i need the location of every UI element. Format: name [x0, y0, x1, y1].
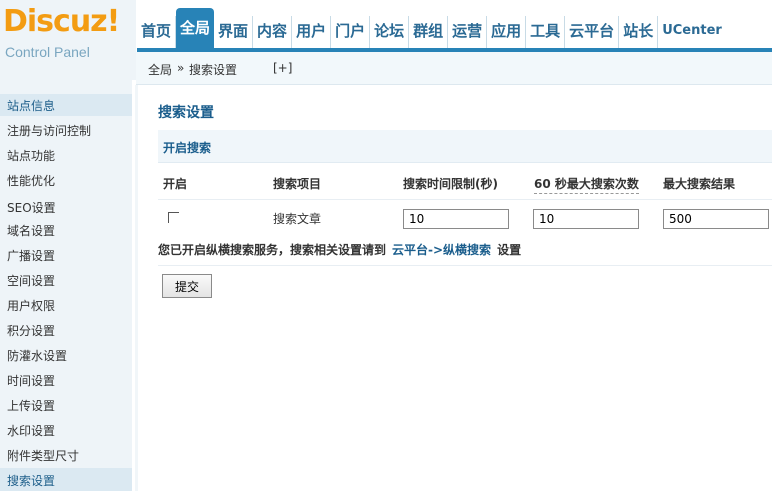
sidebar-item-performance[interactable]: 性能优化 — [7, 172, 55, 189]
sidebar-item-seo[interactable]: SEO设置 — [7, 199, 56, 216]
nav-tools[interactable]: 工具 — [526, 16, 566, 48]
section-title: 开启搜索 — [163, 141, 212, 155]
nav-operation[interactable]: 运营 — [448, 16, 488, 48]
breadcrumb: 全局 » 搜索设置 [+] — [136, 52, 772, 85]
nav-home[interactable]: 首页 — [137, 16, 177, 48]
sidebar-divider — [135, 85, 138, 491]
sidebar-item-features[interactable]: 站点功能 — [7, 147, 55, 164]
logo-text: Discuz! — [3, 4, 120, 39]
sidebar-item-time[interactable]: 时间设置 — [7, 372, 55, 389]
notice-suffix: 设置 — [497, 243, 522, 257]
nav-style[interactable]: 界面 — [214, 16, 254, 48]
max-count-input[interactable] — [533, 209, 639, 229]
sidebar-item-search[interactable]: 搜索设置 — [7, 472, 55, 489]
top-nav: 首页 全局 界面 内容 用户 门户 论坛 群组 运营 应用 工具 云平台 站长 … — [137, 8, 726, 48]
notice-message: 您已开启纵横搜索服务，搜索相关设置请到 — [158, 243, 387, 257]
sidebar-item-credits[interactable]: 积分设置 — [7, 322, 55, 339]
header-max-results: 最大搜索结果 — [663, 177, 736, 191]
nav-ucenter[interactable]: UCenter — [658, 16, 726, 48]
header-time-limit: 搜索时间限制(秒) — [403, 177, 498, 191]
notice-text: 您已开启纵横搜索服务，搜索相关设置请到 云平台->纵横搜索 设置 — [158, 241, 521, 258]
breadcrumb-root[interactable]: 全局 — [148, 61, 172, 78]
notice-divider — [158, 265, 772, 266]
nav-cloud[interactable]: 云平台 — [565, 16, 620, 48]
sidebar-item-antiflood[interactable]: 防灌水设置 — [7, 347, 67, 364]
sidebar-item-register[interactable]: 注册与访问控制 — [7, 122, 91, 139]
sidebar-item-permissions[interactable]: 用户权限 — [7, 297, 55, 314]
nav-webmaster[interactable]: 站长 — [619, 16, 659, 48]
nav-global[interactable]: 全局 — [176, 8, 215, 48]
sidebar: 站点信息 注册与访问控制 站点功能 性能优化 SEO设置 域名设置 广播设置 空… — [0, 80, 132, 491]
sidebar-item-site-info[interactable]: 站点信息 — [7, 97, 55, 114]
sidebar-item-upload[interactable]: 上传设置 — [7, 397, 55, 414]
breadcrumb-separator: » — [177, 61, 185, 75]
page-title: 搜索设置 — [158, 105, 214, 121]
max-results-input[interactable] — [663, 209, 769, 229]
sidebar-item-attachment[interactable]: 附件类型尺寸 — [7, 447, 79, 464]
breadcrumb-current: 搜索设置 — [189, 63, 238, 77]
logo[interactable]: Discuz! Control Panel — [0, 0, 136, 80]
submit-button[interactable]: 提交 — [162, 274, 212, 298]
sidebar-item-broadcast[interactable]: 广播设置 — [7, 247, 55, 264]
header-max-count[interactable]: 60 秒最大搜索次数 — [534, 175, 639, 194]
header-item: 搜索项目 — [273, 177, 322, 191]
sidebar-item-domain[interactable]: 域名设置 — [7, 222, 55, 239]
header-enable: 开启 — [163, 177, 188, 191]
sidebar-item-watermark[interactable]: 水印设置 — [7, 422, 55, 439]
table-divider — [158, 199, 772, 200]
nav-user[interactable]: 用户 — [292, 16, 332, 48]
logo-subtitle: Control Panel — [5, 44, 90, 60]
nav-portal[interactable]: 门户 — [331, 16, 371, 48]
time-limit-input[interactable] — [403, 209, 509, 229]
enable-checkbox[interactable] — [168, 212, 179, 223]
section-header: 开启搜索 — [158, 130, 772, 163]
nav-forum[interactable]: 论坛 — [370, 16, 410, 48]
row-item-label: 搜索文章 — [273, 212, 322, 226]
sidebar-item-space[interactable]: 空间设置 — [7, 272, 55, 289]
cloud-search-link[interactable]: 云平台->纵横搜索 — [392, 243, 491, 257]
nav-content[interactable]: 内容 — [253, 16, 293, 48]
nav-apps[interactable]: 应用 — [487, 16, 527, 48]
header: Discuz! Control Panel 首页 全局 界面 内容 用户 门户 … — [0, 0, 772, 80]
nav-group[interactable]: 群组 — [409, 16, 449, 48]
breadcrumb-add-button[interactable]: [+] — [273, 61, 292, 75]
